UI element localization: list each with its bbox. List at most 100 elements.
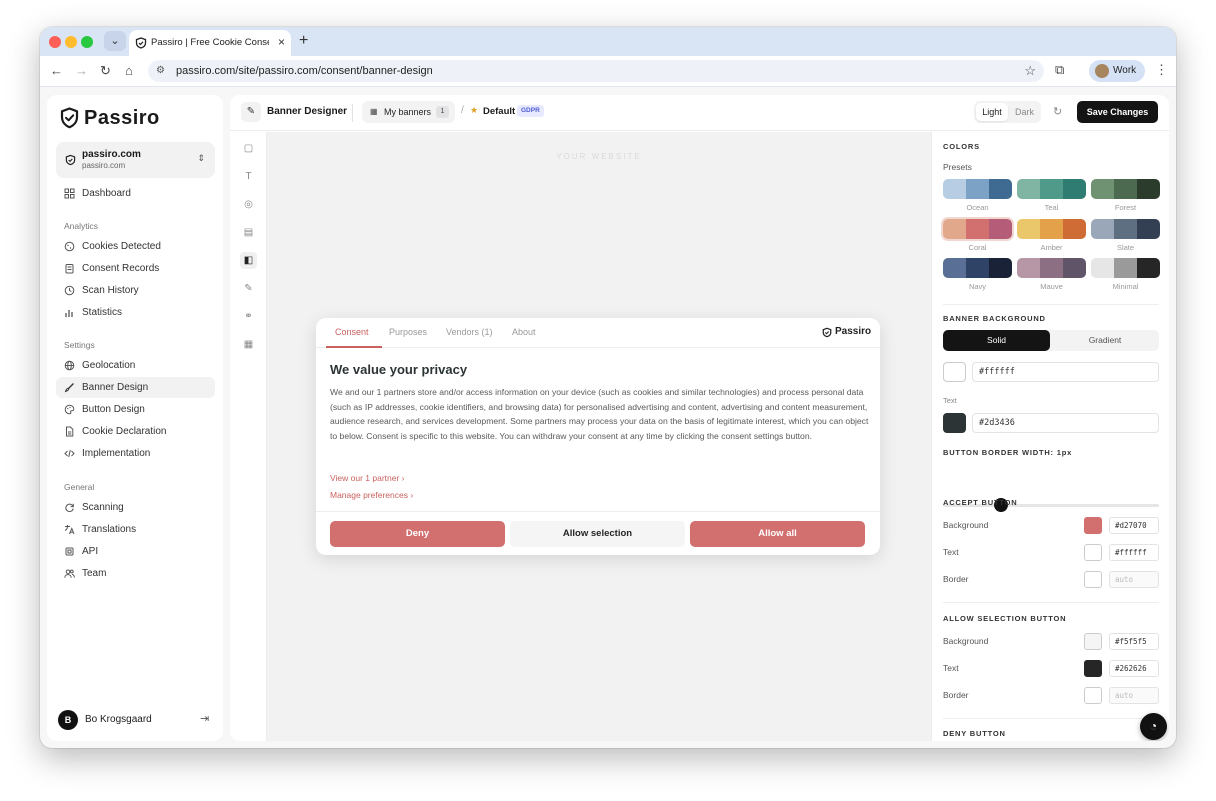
colors-section-title: COLORS [943, 142, 980, 151]
view-partner-link[interactable]: View our 1 partner › [330, 473, 405, 483]
sidebar-item-api[interactable]: API [56, 541, 215, 562]
new-tab-plus-icon[interactable]: + [299, 32, 308, 50]
tab-close-icon[interactable]: × [278, 35, 285, 49]
accept-text-swatch[interactable] [1084, 544, 1102, 561]
preset-navy[interactable] [943, 258, 1012, 278]
divider [943, 718, 1159, 719]
user-avatar[interactable]: B [58, 710, 78, 730]
clock-icon [64, 285, 75, 296]
preset-teal[interactable] [1017, 179, 1086, 199]
background-type-toggle[interactable]: Solid Gradient [943, 330, 1159, 351]
bookmark-star-icon[interactable]: ☆ [1024, 63, 1036, 79]
sidebar-item-implementation[interactable]: Implementation [56, 443, 215, 464]
save-changes-button[interactable]: Save Changes [1077, 101, 1158, 123]
preset-slate[interactable] [1091, 219, 1160, 239]
sidebar-item-scan-history[interactable]: Scan History [56, 280, 215, 301]
layout-icon[interactable]: ▢ [240, 140, 257, 157]
preset-color-chip [1137, 219, 1160, 239]
my-banners-button[interactable]: ▦ My banners 1 [362, 101, 455, 123]
sidebar-item-team[interactable]: Team [56, 563, 215, 584]
designer-topbar: ✎ Banner Designer ▦ My banners 1 / ★ Def… [230, 95, 1169, 131]
cookie-settings-fab[interactable]: ◔ [1140, 713, 1167, 740]
accept-border-swatch[interactable] [1084, 571, 1102, 588]
background-color-swatch[interactable] [943, 362, 966, 382]
allow-all-button[interactable]: Allow all [690, 521, 865, 547]
profile-button[interactable]: Work [1089, 60, 1145, 82]
allow-sel-border-input[interactable]: auto [1109, 687, 1159, 704]
preset-minimal[interactable] [1091, 258, 1160, 278]
sidebar-item-label: Geolocation [82, 360, 136, 371]
sidebar-item-scanning[interactable]: Scanning [56, 497, 215, 518]
dark-mode-option[interactable]: Dark [1010, 103, 1039, 121]
preset-forest[interactable] [1091, 179, 1160, 199]
site-info-icon[interactable]: ⚙ [156, 65, 165, 76]
allow-sel-text-swatch[interactable] [1084, 660, 1102, 677]
preset-mauve[interactable] [1017, 258, 1086, 278]
allow-sel-text-input[interactable]: #262626 [1109, 660, 1159, 677]
close-window-button[interactable] [49, 36, 61, 48]
divider [316, 511, 880, 512]
palette-icon[interactable]: ◎ [240, 196, 257, 213]
brush-icon[interactable]: ✎ [240, 280, 257, 297]
sidebar-item-banner-design[interactable]: Banner Design [56, 377, 215, 398]
site-switcher[interactable]: passiro.com passiro.com ⇕ [56, 142, 215, 178]
address-bar[interactable]: ⚙ passiro.com/site/passiro.com/consent/b… [148, 60, 1044, 82]
sidebar-item-cookies-detected[interactable]: Cookies Detected [56, 236, 215, 257]
sidebar-item-statistics[interactable]: Statistics [56, 302, 215, 323]
home-icon[interactable]: ⌂ [125, 63, 133, 78]
allow-selection-button[interactable]: Allow selection [510, 521, 685, 547]
browser-menu-icon[interactable]: ⋮ [1155, 62, 1168, 78]
deny-button[interactable]: Deny [330, 521, 505, 547]
theme-mode-toggle[interactable]: Light Dark [974, 101, 1041, 123]
preset-name: Slate [1116, 243, 1135, 252]
light-mode-option[interactable]: Light [976, 103, 1008, 121]
preset-ocean[interactable] [943, 179, 1012, 199]
manage-preferences-link[interactable]: Manage preferences › [330, 490, 413, 500]
reset-icon[interactable]: ↻ [1053, 105, 1062, 118]
grid-icon[interactable]: ▦ [240, 336, 257, 353]
solid-option[interactable]: Solid [943, 330, 1050, 351]
document-icon[interactable]: ▤ [240, 224, 257, 241]
accept-border-input[interactable]: auto [1109, 571, 1159, 588]
text-color-swatch[interactable] [943, 413, 966, 433]
forward-arrow-icon[interactable]: → [75, 63, 88, 78]
preset-coral[interactable] [943, 219, 1012, 239]
url-text[interactable]: passiro.com/site/passiro.com/consent/ban… [176, 65, 433, 77]
tab-purposes[interactable]: Purposes [389, 327, 427, 337]
gradient-option[interactable]: Gradient [1051, 330, 1159, 351]
accept-text-input[interactable]: #ffffff [1109, 544, 1159, 561]
sidebar-item-geolocation[interactable]: Geolocation [56, 355, 215, 376]
accept-background-swatch[interactable] [1084, 517, 1102, 534]
accept-background-input[interactable]: #d27070 [1109, 517, 1159, 534]
tab-vendors[interactable]: Vendors (1) [446, 327, 493, 337]
reload-icon[interactable]: ↻ [100, 63, 111, 79]
tab-search-chevron-icon[interactable]: ⌄ [104, 31, 126, 51]
sidebar-item-label: Banner Design [82, 382, 149, 393]
passiro-logo[interactable]: Passiro [60, 107, 200, 129]
banner-body-text: We and our 1 partners store and/or acces… [330, 387, 869, 441]
sidebar-item-consent-records[interactable]: Consent Records [56, 258, 215, 279]
link-icon[interactable]: ⚭ [240, 308, 257, 325]
sidebar-item-button-design[interactable]: Button Design [56, 399, 215, 420]
sidebar-item-translations[interactable]: Translations [56, 519, 215, 540]
tab-about[interactable]: About [512, 327, 536, 337]
sidebar-item-dashboard[interactable]: Dashboard [56, 183, 215, 204]
divider [352, 104, 353, 122]
maximize-window-button[interactable] [81, 36, 93, 48]
extensions-puzzle-icon[interactable]: ⧉ [1055, 62, 1064, 78]
typography-icon[interactable]: T [240, 168, 257, 185]
tab-consent[interactable]: Consent [335, 327, 369, 337]
text-color-input[interactable]: #2d3436 [972, 413, 1159, 433]
allow-sel-border-swatch[interactable] [1084, 687, 1102, 704]
logout-icon[interactable]: ⇥ [200, 712, 209, 725]
preset-amber[interactable] [1017, 219, 1086, 239]
allow-sel-background-swatch[interactable] [1084, 633, 1102, 650]
browser-tab[interactable]: Passiro | Free Cookie Consent × [129, 30, 291, 56]
allow-sel-background-input[interactable]: #f5f5f5 [1109, 633, 1159, 650]
minimize-window-button[interactable] [65, 36, 77, 48]
colors-icon[interactable]: ◧ [240, 252, 257, 269]
banner-name[interactable]: Default [483, 106, 515, 117]
sidebar-item-cookie-declaration[interactable]: Cookie Declaration [56, 421, 215, 442]
back-arrow-icon[interactable]: ← [50, 63, 63, 78]
background-color-input[interactable]: #ffffff [972, 362, 1159, 382]
